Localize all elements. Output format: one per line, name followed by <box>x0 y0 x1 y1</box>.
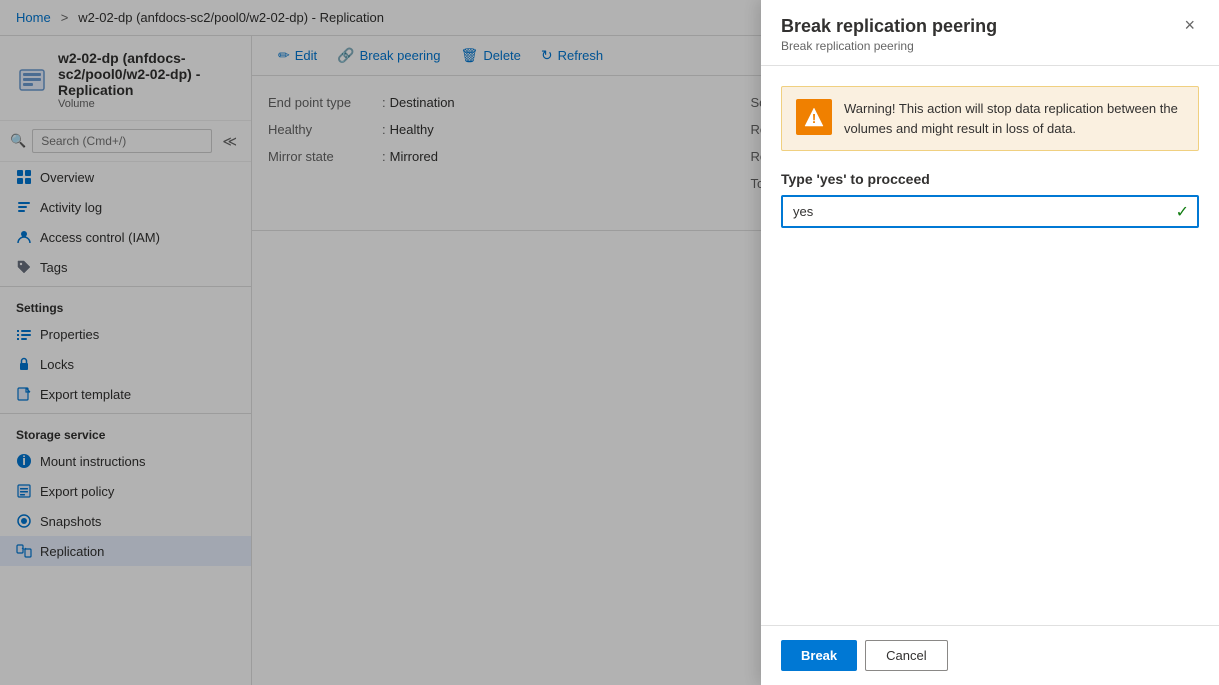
warning-box: ! Warning! This action will stop data re… <box>781 86 1199 151</box>
cancel-button[interactable]: Cancel <box>865 640 947 671</box>
panel-footer: Break Cancel <box>761 625 1219 685</box>
confirm-input-wrapper: ✓ <box>781 195 1199 228</box>
panel-close-button[interactable]: × <box>1180 16 1199 34</box>
break-button[interactable]: Break <box>781 640 857 671</box>
confirm-input[interactable] <box>781 195 1199 228</box>
warning-icon: ! <box>796 99 832 135</box>
svg-text:!: ! <box>812 111 816 126</box>
panel-subtitle: Break replication peering <box>781 39 997 53</box>
confirm-label: Type 'yes' to procceed <box>781 171 1199 187</box>
panel-header: Break replication peering Break replicat… <box>761 0 1219 66</box>
panel-title-group: Break replication peering Break replicat… <box>781 16 997 53</box>
panel-body: ! Warning! This action will stop data re… <box>761 66 1219 625</box>
break-replication-panel: Break replication peering Break replicat… <box>761 0 1219 685</box>
confirm-check-icon: ✓ <box>1176 202 1189 222</box>
warning-text: Warning! This action will stop data repl… <box>844 99 1184 138</box>
panel-title: Break replication peering <box>781 16 997 37</box>
